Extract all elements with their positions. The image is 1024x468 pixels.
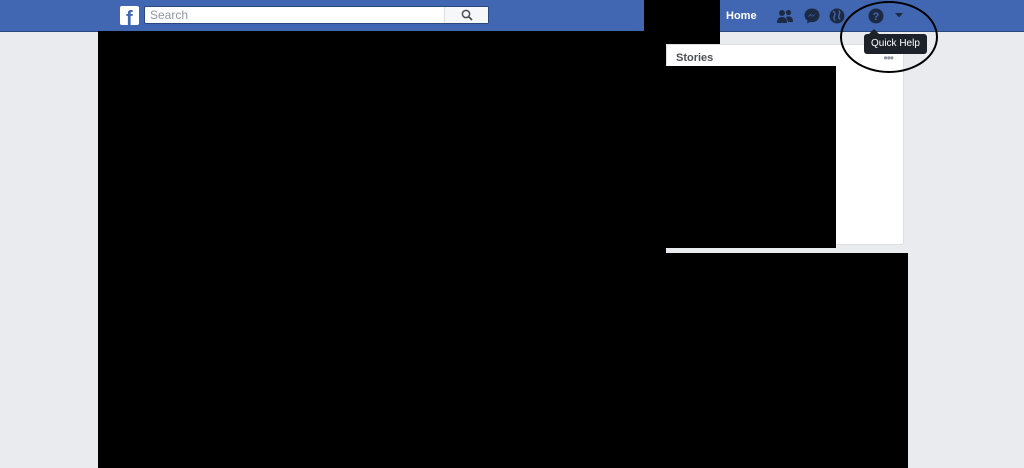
search-button[interactable] [444, 7, 488, 23]
redacted-area [666, 66, 836, 248]
search-icon [461, 9, 473, 21]
friend-requests-icon[interactable] [776, 7, 794, 25]
facebook-logo[interactable]: f [120, 6, 139, 25]
redacted-area [98, 31, 666, 468]
stories-title: Stories [676, 52, 714, 64]
annotation-circle [840, 1, 938, 73]
search-box [144, 6, 489, 24]
messenger-icon[interactable] [803, 7, 821, 25]
redacted-area [666, 253, 908, 468]
svg-text:f: f [126, 8, 133, 25]
home-link[interactable]: Home [726, 10, 757, 22]
search-input[interactable] [145, 7, 450, 23]
